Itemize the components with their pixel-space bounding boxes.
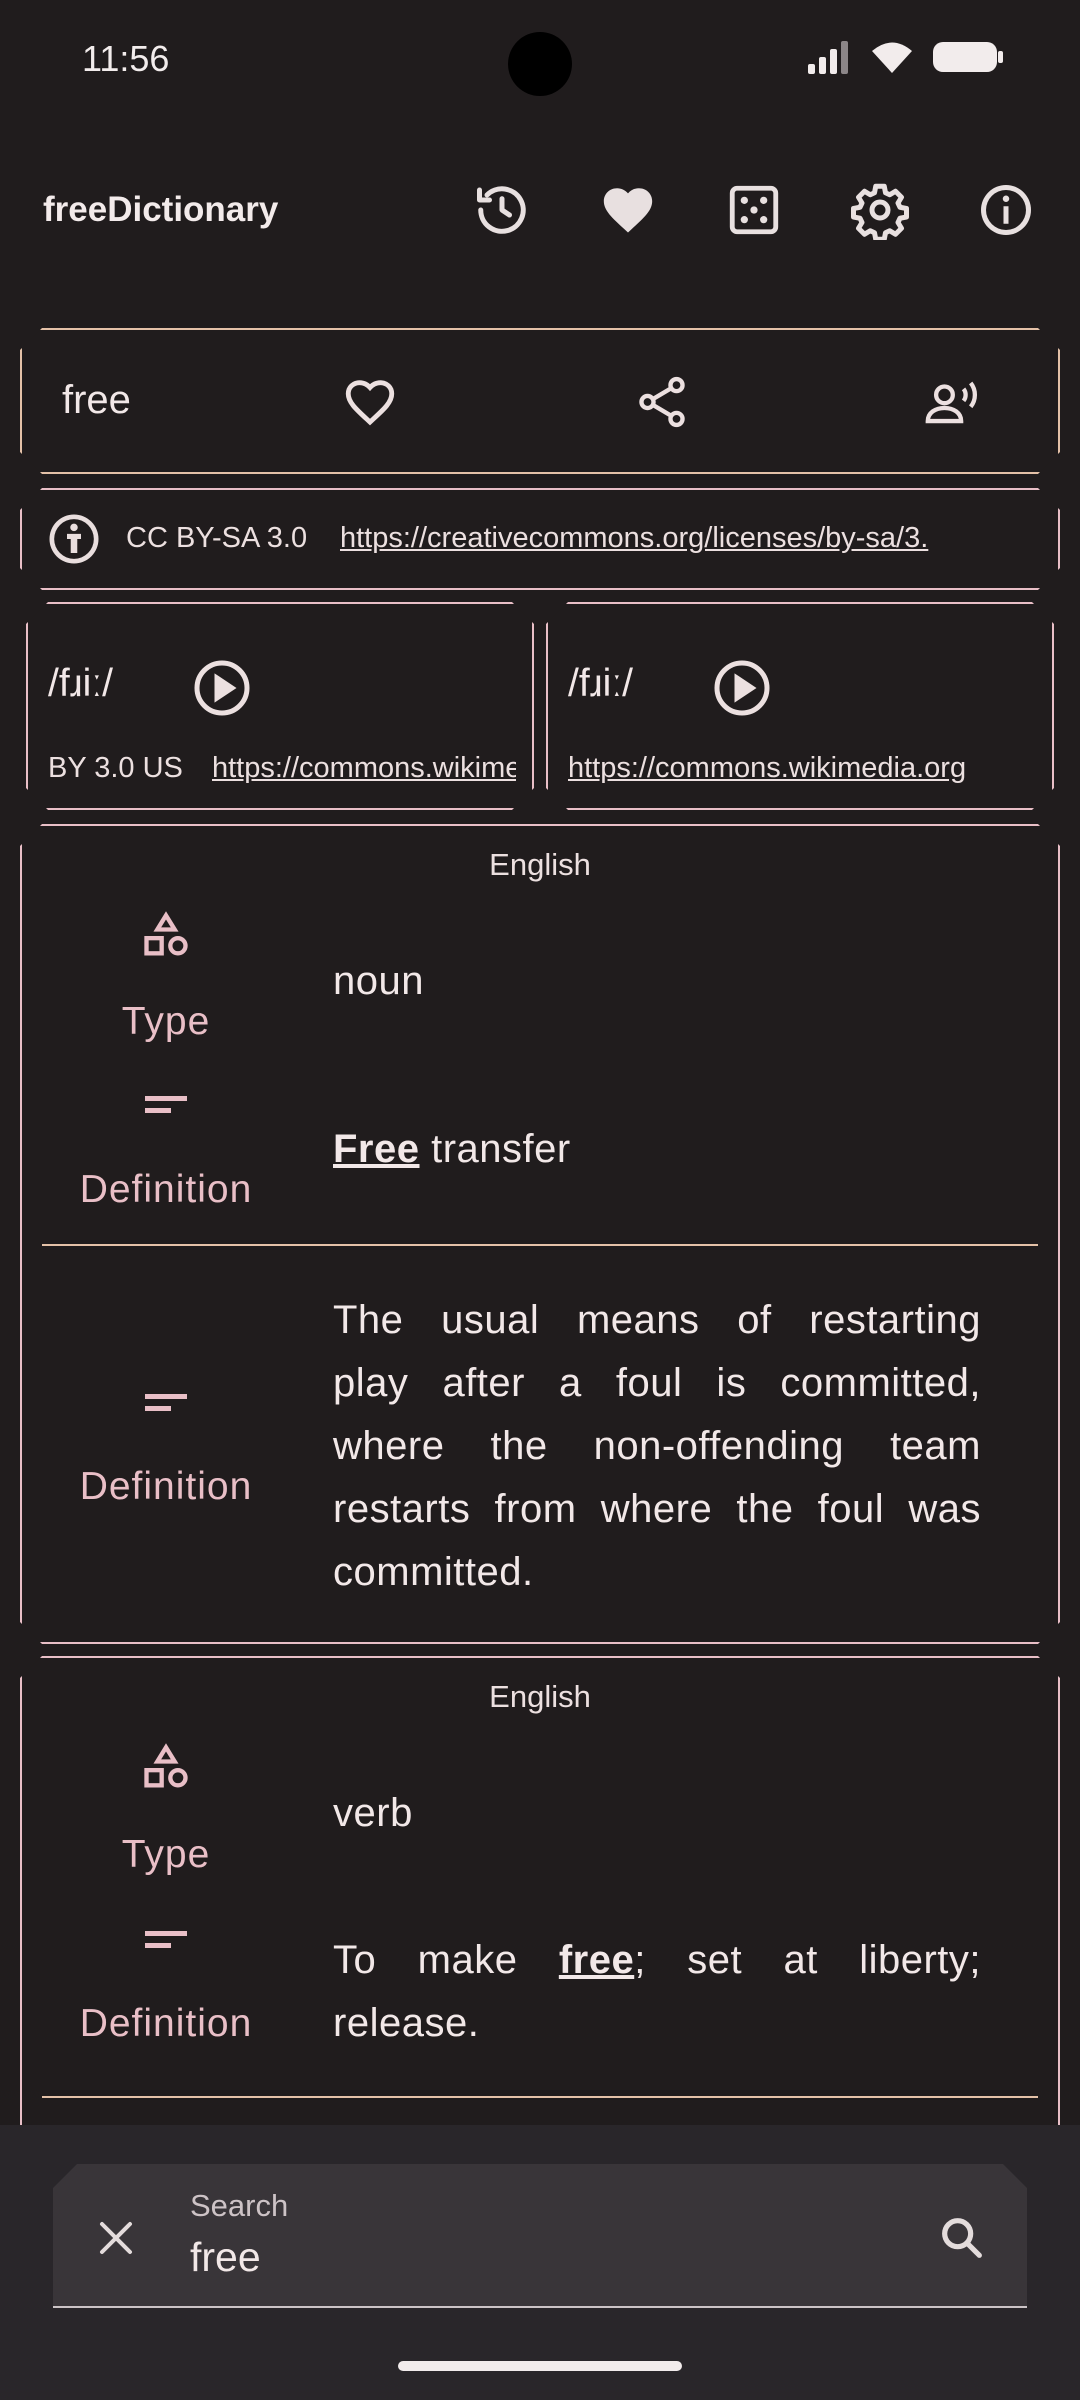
definition-label-1: Definition (79, 1168, 253, 1211)
favorite-outline-icon[interactable] (338, 370, 402, 434)
camera-cutout (508, 32, 572, 96)
definition-text-1: Free transfer (333, 1127, 571, 1171)
definition-lines-icon-3 (46, 1925, 286, 1955)
history-icon[interactable] (470, 178, 534, 242)
search-label: Search (190, 2188, 289, 2223)
status-icons (806, 40, 1004, 74)
definition-divider-1 (42, 1244, 1038, 1246)
phonetic-text-1: /fɹiː/ (48, 662, 113, 705)
word-card (20, 328, 1060, 474)
search-underline (53, 2306, 1027, 2308)
definition-label-2: Definition (79, 1465, 253, 1508)
word-text: free (62, 378, 131, 422)
random-dice-icon[interactable] (722, 178, 786, 242)
clear-close-icon[interactable] (84, 2206, 148, 2270)
definition-lines-icon-1 (46, 1090, 286, 1120)
type-shapes-icon-1 (46, 910, 286, 962)
definition-text-3: To make free; set at liberty; release. (333, 1938, 981, 2045)
play-audio-icon-2[interactable] (710, 656, 774, 720)
definition-text-2: The usual means of restarting play after… (333, 1298, 981, 1594)
phonetic-text-2: /fɹiː/ (568, 662, 633, 705)
type-value-2: verb (333, 1791, 413, 1835)
play-audio-icon-1[interactable] (190, 656, 254, 720)
definition-word-link-3[interactable]: free (559, 1938, 634, 1982)
type-label-1: Type (121, 1000, 211, 1043)
meaning-card-2 (20, 1656, 1060, 2176)
settings-icon[interactable] (848, 178, 912, 242)
license-link[interactable]: https://creativecommons.org/licenses/by-… (340, 522, 1040, 555)
type-label-2: Type (121, 1833, 211, 1876)
search-input[interactable]: free (190, 2234, 261, 2281)
type-value-1: noun (333, 959, 424, 1003)
battery-icon (933, 42, 1003, 72)
meaning-language-2: English (489, 1679, 591, 1714)
info-icon[interactable] (974, 178, 1038, 242)
signal-icon (808, 41, 848, 74)
app-title: freeDictionary (43, 190, 279, 229)
phonetic-link-2[interactable]: https://commons.wikimedia.org (568, 752, 1034, 785)
wifi-icon (872, 42, 912, 73)
home-gesture-bar[interactable] (398, 2361, 682, 2371)
definition-label-3: Definition (79, 2002, 253, 2045)
definition-word-link-1[interactable]: Free (333, 1127, 420, 1171)
phonetic-link-1[interactable]: https://commons.wikimedia.org (212, 752, 516, 785)
definition-lines-icon-2 (46, 1388, 286, 1418)
license-name: CC BY-SA 3.0 (126, 522, 308, 554)
type-shapes-icon-2 (46, 1742, 286, 1794)
definition-divider-2 (42, 2096, 1038, 2098)
search-icon[interactable] (930, 2206, 994, 2270)
favorite-icon[interactable] (596, 178, 660, 242)
license-info-icon (42, 507, 106, 571)
pronounce-speaker-icon[interactable] (922, 370, 986, 434)
meaning-language-1: English (489, 847, 591, 882)
status-time: 11:56 (82, 38, 170, 79)
share-icon[interactable] (630, 370, 694, 434)
top-app-bar: freeDictionary (0, 150, 1080, 270)
status-bar: 11:56 (0, 0, 1080, 120)
phonetic-license-1: BY 3.0 US (48, 752, 183, 784)
